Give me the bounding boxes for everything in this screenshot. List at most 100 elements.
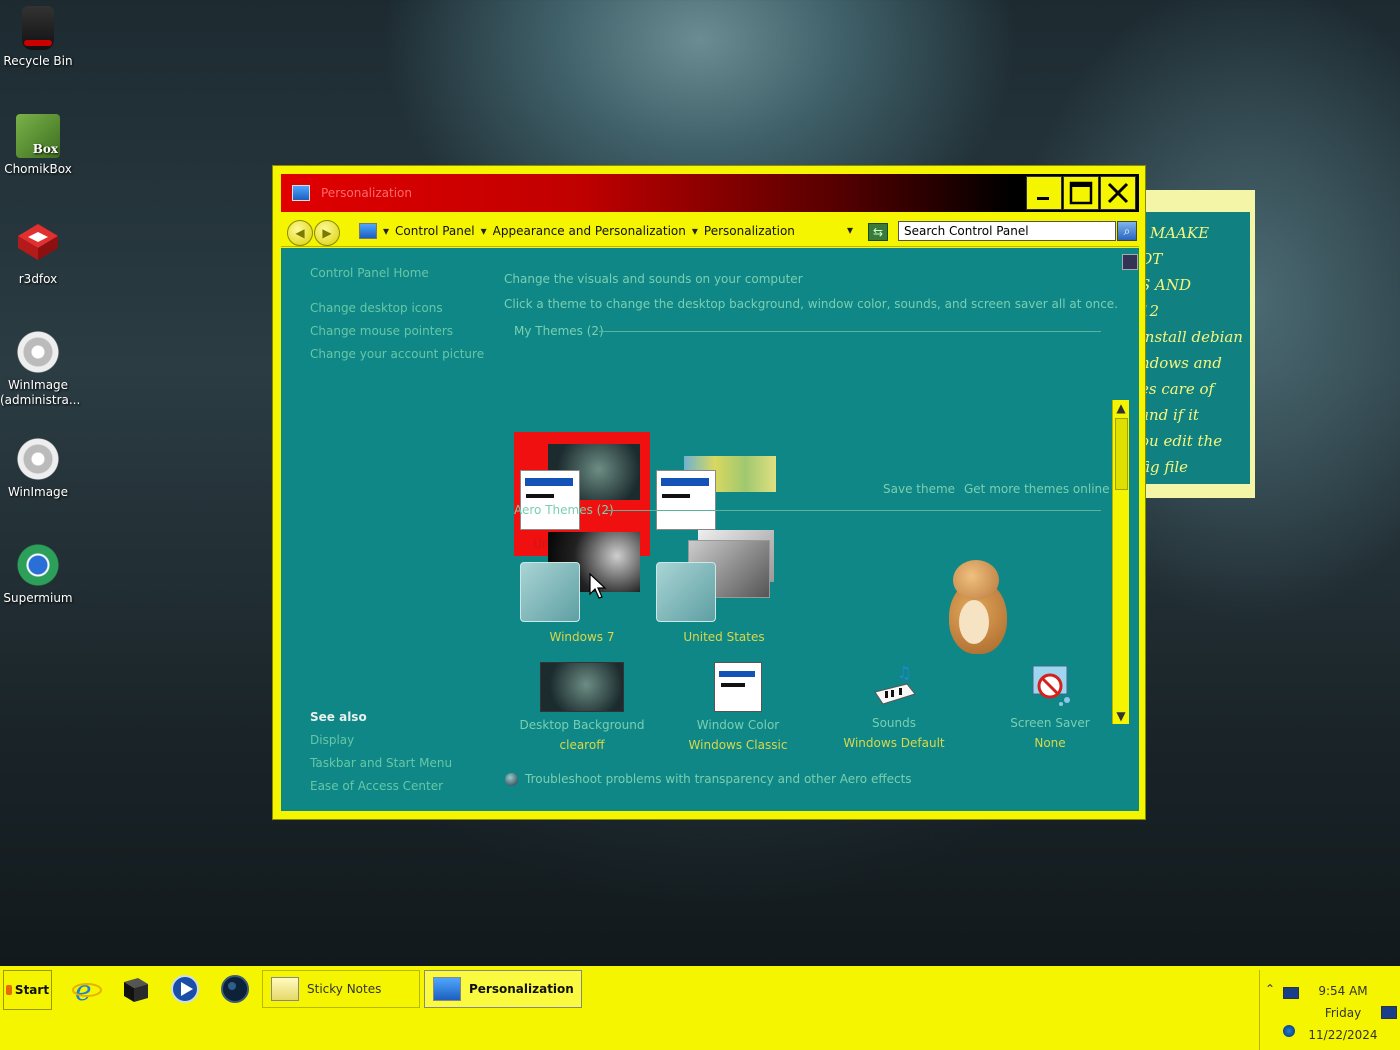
- display-link[interactable]: Display: [310, 733, 354, 747]
- window-color-item[interactable]: Window Color Windows Classic: [663, 662, 813, 752]
- control-panel-home-link[interactable]: Control Panel Home: [310, 266, 429, 280]
- troubleshoot-icon: [505, 773, 518, 786]
- page-heading: Change the visuals and sounds on your co…: [504, 272, 803, 286]
- chevron-up-icon[interactable]: ⌃: [1265, 982, 1275, 996]
- scroll-up-icon[interactable]: ▲: [1113, 400, 1129, 416]
- breadcrumb: ▾ Control Panel ▾ Appearance and Persona…: [359, 222, 795, 240]
- chevron-down-icon[interactable]: ▾: [481, 224, 487, 238]
- desktop-icon-label: Recycle Bin: [3, 54, 73, 68]
- troubleshoot-link[interactable]: Troubleshoot problems with transparency …: [525, 772, 912, 786]
- mouse-cursor-icon: [589, 573, 607, 599]
- help-icon[interactable]: [1122, 254, 1138, 270]
- taskbar-item-personalization[interactable]: Personalization: [424, 970, 582, 1008]
- taskbar-item-label: Personalization: [469, 982, 574, 996]
- volume-icon[interactable]: [1283, 1025, 1295, 1037]
- sticky-notes-icon: [271, 977, 299, 1001]
- scrollbar-thumb[interactable]: [1115, 418, 1128, 490]
- screen-saver-label: Screen Saver: [1010, 716, 1090, 730]
- desktop-icon-recycle-bin[interactable]: Recycle Bin: [0, 6, 76, 69]
- personalization-window: Personalization ◀ ▶ ▾ Control Panel ▾ Ap…: [272, 165, 1146, 820]
- address-bar: ◀ ▶ ▾ Control Panel ▾ Appearance and Per…: [281, 216, 1139, 247]
- sticky-note-body[interactable]: - MAAKE OT S AND 12 install debian ndows…: [1146, 212, 1250, 484]
- action-center-icon[interactable]: [1381, 1006, 1397, 1019]
- refresh-icon: ⇆: [872, 225, 884, 239]
- get-more-themes-link[interactable]: Get more themes online: [964, 482, 1110, 496]
- title-bar[interactable]: Personalization: [281, 174, 1139, 212]
- chevron-down-icon[interactable]: ▾: [383, 224, 389, 238]
- change-mouse-pointers-link[interactable]: Change mouse pointers: [310, 324, 453, 338]
- close-icon: [1107, 182, 1129, 204]
- screen-saver-icon: [1032, 665, 1070, 706]
- breadcrumb-personalization[interactable]: Personalization: [704, 224, 795, 238]
- desktop-icon-label: Supermium: [3, 591, 73, 605]
- maximize-button[interactable]: [1063, 176, 1099, 210]
- window-title: Personalization: [321, 186, 412, 200]
- desktop-icon-label: WinImage: [7, 485, 69, 499]
- desktop-icon-chomikbox[interactable]: ChomikBox: [0, 114, 76, 177]
- hamster-head: [953, 560, 999, 600]
- ease-of-access-link[interactable]: Ease of Access Center: [310, 779, 443, 793]
- theme-window-preview: [656, 562, 716, 622]
- desktop-icon-label: ChomikBox: [4, 162, 72, 176]
- minimize-button[interactable]: [1026, 176, 1062, 210]
- clock-day[interactable]: Friday: [1308, 1006, 1378, 1020]
- search-input[interactable]: Search Control Panel: [898, 221, 1116, 241]
- media-player-icon[interactable]: [170, 974, 200, 1004]
- cube-app-icon[interactable]: [120, 974, 150, 1004]
- desktop-background-value: clearoff: [559, 738, 605, 752]
- chevron-down-icon[interactable]: ▾: [692, 224, 698, 238]
- clock-time[interactable]: 9:54 AM: [1308, 984, 1378, 998]
- back-button[interactable]: ◀: [287, 220, 313, 246]
- winimage-icon: [16, 437, 60, 481]
- desktop-icon-supermium[interactable]: Supermium: [0, 543, 76, 606]
- breadcrumb-control-panel[interactable]: Control Panel: [395, 224, 475, 238]
- globe-app-icon[interactable]: [220, 974, 250, 1004]
- start-button[interactable]: Start: [3, 970, 52, 1010]
- my-themes-label: My Themes (2): [514, 324, 604, 338]
- personalization-icon: [292, 185, 310, 201]
- svg-text:♫: ♫: [897, 663, 911, 682]
- window-color-label: Window Color: [696, 718, 780, 732]
- breadcrumb-appearance[interactable]: Appearance and Personalization: [493, 224, 686, 238]
- search-icon: ⌕: [1123, 224, 1131, 238]
- see-also-heading: See also: [310, 710, 367, 724]
- sounds-item[interactable]: ♫ Sounds Windows Default: [819, 662, 969, 750]
- sounds-value: Windows Default: [843, 736, 945, 750]
- taskbar: Start e Sticky Notes Personalization ⌃ 9…: [0, 966, 1400, 1050]
- personalization-icon: [433, 977, 461, 1001]
- save-theme-link[interactable]: Save theme: [883, 482, 955, 496]
- theme-label: United States: [683, 630, 765, 644]
- clock-date[interactable]: 11/22/2024: [1308, 1028, 1378, 1042]
- svg-text:e: e: [75, 974, 92, 1004]
- refresh-button[interactable]: ⇆: [868, 223, 888, 241]
- sticky-note-window[interactable]: - MAAKE OT S AND 12 install debian ndows…: [1146, 190, 1255, 498]
- screen-saver-item[interactable]: Screen Saver None: [975, 662, 1125, 750]
- theme-windows-7[interactable]: Windows 7: [514, 530, 650, 644]
- desktop-icon-winimage-admin[interactable]: WinImage (administra...: [0, 330, 80, 408]
- desktop-background-item[interactable]: Desktop Background clearoff: [507, 662, 657, 752]
- winimage-icon: [16, 330, 60, 374]
- desktop-icon-winimage[interactable]: WinImage: [0, 437, 76, 500]
- forward-button[interactable]: ▶: [314, 220, 340, 246]
- change-desktop-icons-link[interactable]: Change desktop icons: [310, 301, 443, 315]
- system-tray: ⌃ 9:54 AM Friday 11/22/2024: [1259, 970, 1400, 1050]
- window-color-value: Windows Classic: [688, 738, 788, 752]
- change-account-picture-link[interactable]: Change your account picture: [310, 347, 484, 361]
- theme-united-states[interactable]: United States: [654, 530, 790, 644]
- window-color-icon: [714, 662, 762, 712]
- taskbar-item-sticky-notes[interactable]: Sticky Notes: [262, 970, 420, 1008]
- desktop-icon-r3dfox[interactable]: r3dfox: [0, 220, 76, 287]
- search-button[interactable]: ⌕: [1117, 221, 1137, 241]
- internet-explorer-icon[interactable]: e: [72, 974, 102, 1007]
- screen-saver-value: None: [1034, 736, 1066, 750]
- address-dropdown-icon[interactable]: ▾: [847, 223, 853, 237]
- taskbar-start-menu-link[interactable]: Taskbar and Start Menu: [310, 756, 452, 770]
- close-button[interactable]: [1100, 176, 1136, 210]
- chomikbox-icon: [16, 114, 60, 158]
- theme-label: Windows 7: [549, 630, 615, 644]
- network-icon[interactable]: [1283, 987, 1299, 999]
- minimize-icon: [1037, 197, 1049, 200]
- divider: [606, 510, 1101, 511]
- theme-window-preview: [520, 562, 580, 622]
- hamster-belly: [959, 600, 989, 644]
